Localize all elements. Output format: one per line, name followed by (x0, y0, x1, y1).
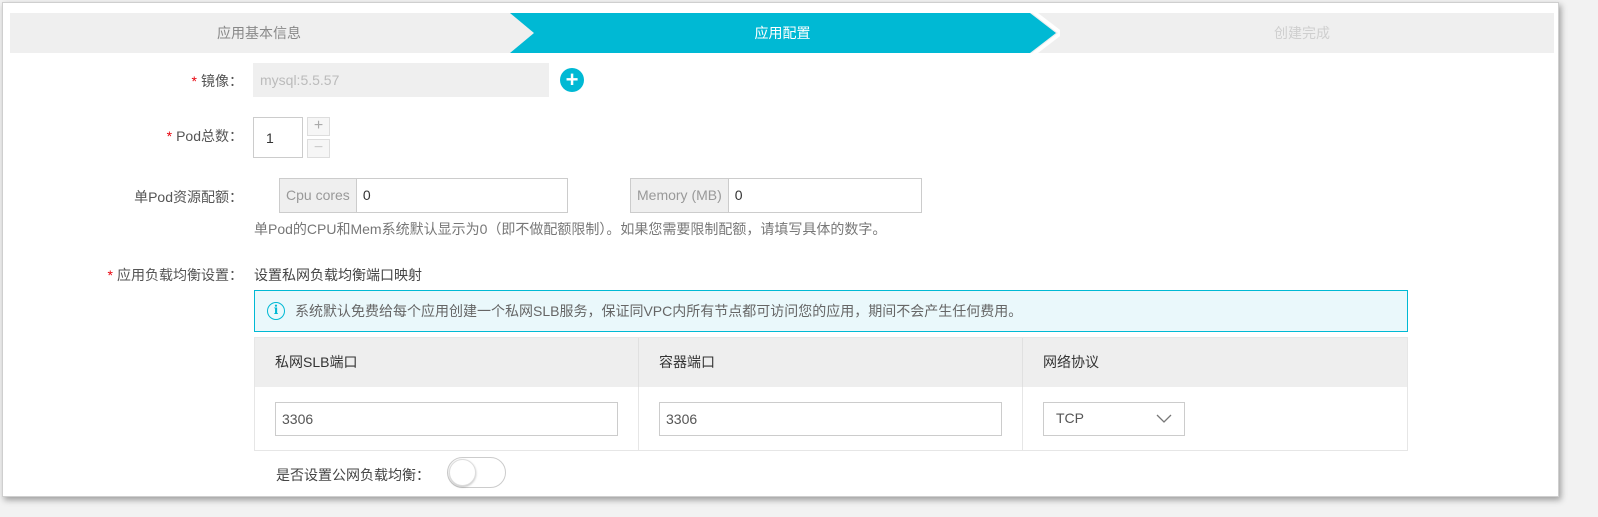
required-mark: * (191, 73, 197, 89)
col-protocol: 网络协议 (1043, 354, 1099, 370)
memory-input-group: Memory (MB) 0 (630, 178, 922, 213)
public-lb-toggle[interactable] (447, 457, 506, 488)
image-label-text: 镜像： (201, 73, 243, 89)
pod-count-input[interactable]: 1 (253, 117, 303, 158)
cpu-input[interactable]: 0 (355, 178, 568, 213)
wizard-steps: 应用基本信息 应用配置 创建完成 (10, 13, 1554, 53)
quota-hint: 单Pod的CPU和Mem系统默认显示为0（即不做配额限制）。如果您需要限制配额，… (254, 221, 887, 237)
required-mark: * (166, 128, 173, 144)
lb-label-text: 应用负载均衡设置： (117, 267, 243, 283)
memory-addon: Memory (MB) (630, 178, 728, 213)
step-basic-info[interactable]: 应用基本信息 (10, 13, 508, 53)
chevron-down-icon (1156, 414, 1172, 423)
lb-sublabel: 设置私网负载均衡端口映射 (254, 267, 422, 283)
cpu-input-group: Cpu cores 0 (279, 178, 568, 213)
public-lb-label: 是否设置公网负载均衡： (276, 467, 430, 483)
lb-label: * 应用负载均衡设置： (3, 265, 243, 285)
table-row: 3306 3306 TCP (255, 387, 1407, 450)
increment-button[interactable]: + (307, 117, 330, 136)
step-complete[interactable]: 创建完成 (1050, 13, 1554, 53)
decrement-button[interactable]: − (307, 139, 330, 158)
image-input[interactable]: mysql:5.5.57 (253, 63, 549, 97)
cpu-addon: Cpu cores (279, 178, 356, 213)
protocol-select[interactable]: TCP (1043, 402, 1185, 436)
required-mark: * (107, 267, 113, 283)
app-config-window: 应用基本信息 应用配置 创建完成 * 镜像： mysql:5.5.57 + * Po… (2, 2, 1559, 497)
step-app-config[interactable]: 应用配置 (535, 13, 1030, 53)
slb-notice: i 系统默认免费给每个应用创建一个私网SLB服务，保证同VPC内所有节点都可访问… (254, 290, 1408, 332)
info-icon: i (267, 302, 285, 320)
protocol-cell: TCP (1023, 387, 1407, 450)
pod-count-label-text: Pod总数： (176, 128, 243, 144)
col-slb-port: 私网SLB端口 (255, 338, 639, 387)
port-mapping-table: 私网SLB端口 容器端口 网络协议 3306 3306 TCP (254, 337, 1408, 451)
slb-port-input[interactable]: 3306 (275, 402, 618, 436)
notice-text: 系统默认免费给每个应用创建一个私网SLB服务，保证同VPC内所有节点都可访问您的… (295, 303, 1023, 319)
table-header: 私网SLB端口 容器端口 网络协议 (255, 338, 1407, 387)
image-label: * 镜像： (3, 71, 243, 91)
protocol-value: TCP (1056, 410, 1084, 426)
toggle-knob (449, 459, 476, 486)
pod-count-label: * Pod总数： (3, 126, 243, 146)
container-port-cell: 3306 (639, 387, 1023, 450)
container-port-input[interactable]: 3306 (659, 402, 1002, 436)
memory-input[interactable]: 0 (727, 178, 922, 213)
col-container-port: 容器端口 (639, 338, 1023, 387)
quota-label: 单Pod资源配额： (134, 189, 243, 205)
plus-circle-icon[interactable]: + (560, 68, 584, 92)
slb-port-cell: 3306 (255, 387, 639, 450)
